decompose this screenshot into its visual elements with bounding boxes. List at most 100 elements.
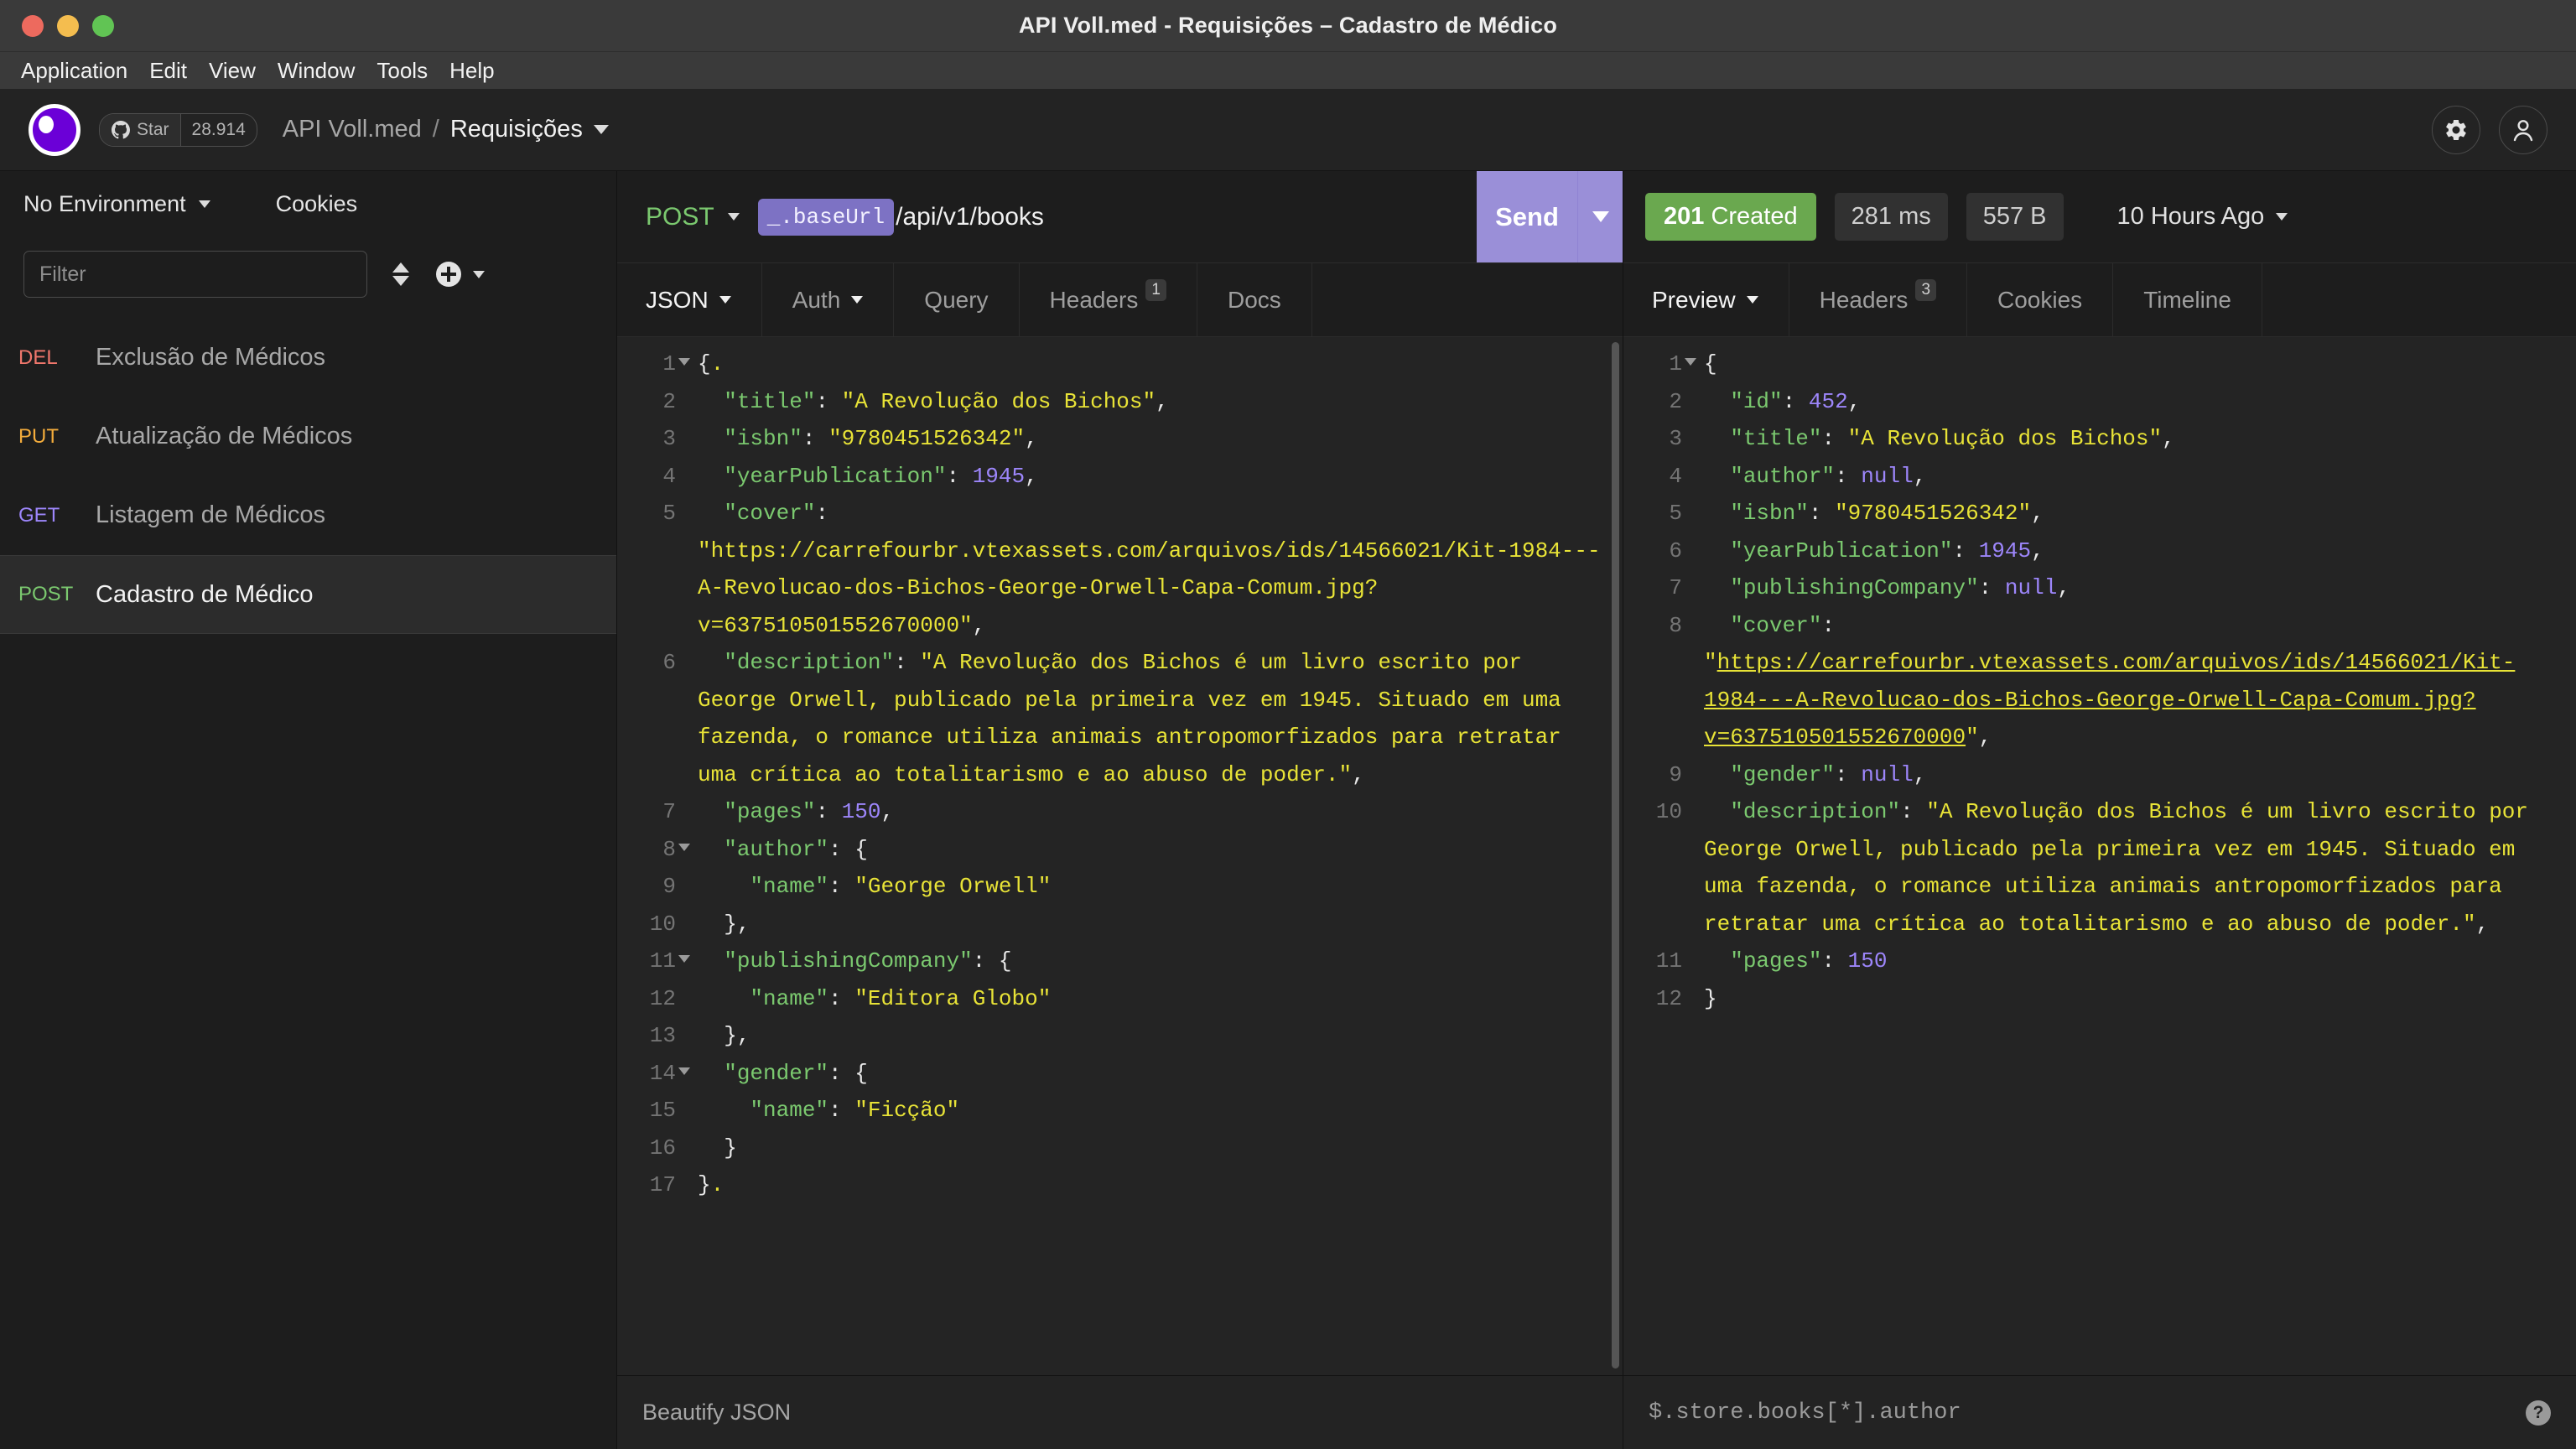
code-line: "isbn": "9780451526342", bbox=[724, 426, 1038, 451]
request-footer: Beautify JSON bbox=[617, 1375, 1623, 1449]
status-text: Created bbox=[1711, 203, 1798, 230]
maximize-window-button[interactable] bbox=[92, 14, 114, 37]
minimize-window-button[interactable] bbox=[57, 14, 79, 37]
code-line: "id": 452, bbox=[1730, 388, 1862, 414]
account-button[interactable] bbox=[2499, 105, 2547, 154]
tab-headers[interactable]: Headers 1 bbox=[1020, 263, 1197, 336]
question-mark-icon[interactable]: ? bbox=[2526, 1400, 2551, 1426]
chevron-down-icon bbox=[851, 296, 864, 304]
add-request-button[interactable] bbox=[436, 262, 485, 287]
code-line: "title": "A Revolução dos Bichos", bbox=[724, 388, 1169, 414]
http-method-label: POST bbox=[646, 202, 714, 231]
line-number: 7 bbox=[662, 799, 676, 824]
request-code-lines[interactable]: {. "title": "A Revolução dos Bichos", "i… bbox=[683, 345, 1623, 1204]
tab-query[interactable]: Query bbox=[894, 263, 1020, 336]
menu-tools[interactable]: Tools bbox=[366, 55, 439, 87]
sidebar-item-cadastro-de-medico[interactable]: POST Cadastro de Médico bbox=[0, 555, 616, 634]
line-number: 3 bbox=[662, 426, 676, 451]
code-line: "name": "George Orwell" bbox=[750, 874, 1052, 899]
tab-label: Docs bbox=[1227, 286, 1281, 313]
response-code-lines[interactable]: { "id": 452, "title": "A Revolução dos B… bbox=[1689, 345, 2576, 1017]
sidebar-top-row: No Environment Cookies bbox=[0, 171, 616, 236]
filter-row bbox=[0, 236, 616, 312]
fold-toggle-icon[interactable] bbox=[1685, 358, 1696, 366]
sidebar-item-atualizacao-de-medicos[interactable]: PUT Atualização de Médicos bbox=[0, 397, 616, 476]
line-number: 2 bbox=[662, 388, 676, 414]
breadcrumb-workspace[interactable]: API Voll.med bbox=[283, 116, 422, 143]
fold-toggle-icon[interactable] bbox=[678, 358, 690, 366]
settings-button[interactable] bbox=[2432, 105, 2480, 154]
menu-application[interactable]: Application bbox=[10, 55, 138, 87]
url-path: /api/v1/books bbox=[896, 202, 1044, 231]
menu-help[interactable]: Help bbox=[439, 55, 505, 87]
code-line: { bbox=[1704, 351, 1717, 377]
tab-timeline[interactable]: Timeline bbox=[2113, 263, 2262, 336]
http-method-selector[interactable]: POST bbox=[617, 171, 740, 262]
response-body-viewer[interactable]: 1 2 3 4 5 6 7 8 9 10 11 12 { "id": 452, "title": "A… bbox=[1623, 337, 2576, 1375]
code-line: } bbox=[1704, 985, 1717, 1011]
request-body-editor[interactable]: 1 2 3 4 5 6 7 8 9 10 11 12 13 14 15 16 17 {. "title": "A… bbox=[617, 337, 1623, 1375]
request-code: 1 2 3 4 5 6 7 8 9 10 11 12 13 14 15 16 17 {. "title": "A… bbox=[617, 337, 1623, 1204]
line-number: 9 bbox=[662, 874, 676, 899]
close-window-button[interactable] bbox=[22, 14, 44, 37]
code-line: "name": "Ficção" bbox=[750, 1098, 960, 1123]
url-input[interactable]: _.baseUrl /api/v1/books bbox=[740, 171, 1477, 262]
filter-input[interactable] bbox=[23, 251, 367, 298]
chevron-down-icon bbox=[2276, 213, 2288, 221]
tab-label: JSON bbox=[646, 286, 709, 313]
fold-toggle-icon[interactable] bbox=[678, 843, 690, 851]
response-status-bar: 201 Created 281 ms 557 B 10 Hours Ago bbox=[1623, 171, 2576, 263]
code-line: }. bbox=[698, 1172, 724, 1197]
cookies-button[interactable]: Cookies bbox=[276, 191, 358, 217]
fold-toggle-icon[interactable] bbox=[678, 955, 690, 963]
request-name: Listagem de Médicos bbox=[96, 501, 326, 528]
menu-view[interactable]: View bbox=[198, 55, 267, 87]
code-line: "cover": "https://carrefourbr.vtexassets… bbox=[698, 501, 1601, 638]
fold-toggle-icon[interactable] bbox=[678, 1067, 690, 1075]
send-button[interactable]: Send bbox=[1477, 171, 1577, 262]
tab-label: Timeline bbox=[2143, 286, 2231, 313]
code-line: }, bbox=[724, 911, 750, 937]
user-icon bbox=[2513, 119, 2533, 141]
line-number: 12 bbox=[1655, 985, 1682, 1011]
tab-label: Preview bbox=[1652, 286, 1736, 313]
environment-selector[interactable]: No Environment bbox=[23, 191, 210, 217]
github-star-button[interactable]: Star bbox=[100, 113, 181, 146]
request-tabs: JSON Auth Query Headers 1 Docs bbox=[617, 263, 1623, 337]
menu-edit[interactable]: Edit bbox=[138, 55, 198, 87]
tab-json[interactable]: JSON bbox=[617, 263, 762, 336]
sort-button[interactable] bbox=[392, 262, 409, 286]
code-line: "yearPublication": 1945, bbox=[724, 463, 1038, 489]
code-line: "author": { bbox=[724, 836, 868, 862]
breadcrumb-current[interactable]: Requisições bbox=[450, 116, 583, 143]
request-method-badge: POST bbox=[18, 583, 74, 605]
sidebar-item-exclusao-de-medicos[interactable]: DEL Exclusão de Médicos bbox=[0, 319, 616, 397]
beautify-json-button[interactable]: Beautify JSON bbox=[642, 1400, 791, 1426]
environment-label: No Environment bbox=[23, 190, 186, 216]
tab-auth[interactable]: Auth bbox=[762, 263, 895, 336]
tab-response-cookies[interactable]: Cookies bbox=[1967, 263, 2114, 336]
code-line: "title": "A Revolução dos Bichos", bbox=[1730, 426, 2175, 451]
menu-window[interactable]: Window bbox=[267, 55, 366, 87]
line-number: 10 bbox=[1655, 799, 1682, 824]
chevron-down-icon[interactable] bbox=[593, 125, 609, 134]
main-area: POST _.baseUrl /api/v1/books Send JSON A… bbox=[617, 171, 2576, 1449]
response-history-selector[interactable]: 10 Hours Ago bbox=[2117, 203, 2288, 231]
request-editor-scrollbar[interactable] bbox=[1612, 342, 1619, 1368]
tab-docs[interactable]: Docs bbox=[1197, 263, 1312, 336]
jsonpath-filter-input[interactable] bbox=[1649, 1400, 2526, 1426]
code-line: "gender": { bbox=[724, 1060, 868, 1086]
send-options-button[interactable] bbox=[1577, 171, 1623, 262]
sidebar-item-listagem-de-medicos[interactable]: GET Listagem de Médicos bbox=[0, 476, 616, 555]
tab-preview[interactable]: Preview bbox=[1623, 263, 1789, 336]
line-number: 12 bbox=[649, 985, 676, 1011]
tabs-filler bbox=[2262, 263, 2576, 336]
url-bar: POST _.baseUrl /api/v1/books Send bbox=[617, 171, 1623, 263]
request-list: DEL Exclusão de Médicos PUT Atualização … bbox=[0, 312, 616, 1449]
menu-bar: Application Edit View Window Tools Help bbox=[0, 52, 2576, 89]
github-star-widget[interactable]: Star 28.914 bbox=[99, 112, 257, 147]
line-number: 15 bbox=[649, 1098, 676, 1123]
app-body: No Environment Cookies DEL bbox=[0, 171, 2576, 1449]
tab-response-headers[interactable]: Headers 3 bbox=[1789, 263, 1968, 336]
url-variable-chip[interactable]: _.baseUrl bbox=[757, 198, 895, 236]
